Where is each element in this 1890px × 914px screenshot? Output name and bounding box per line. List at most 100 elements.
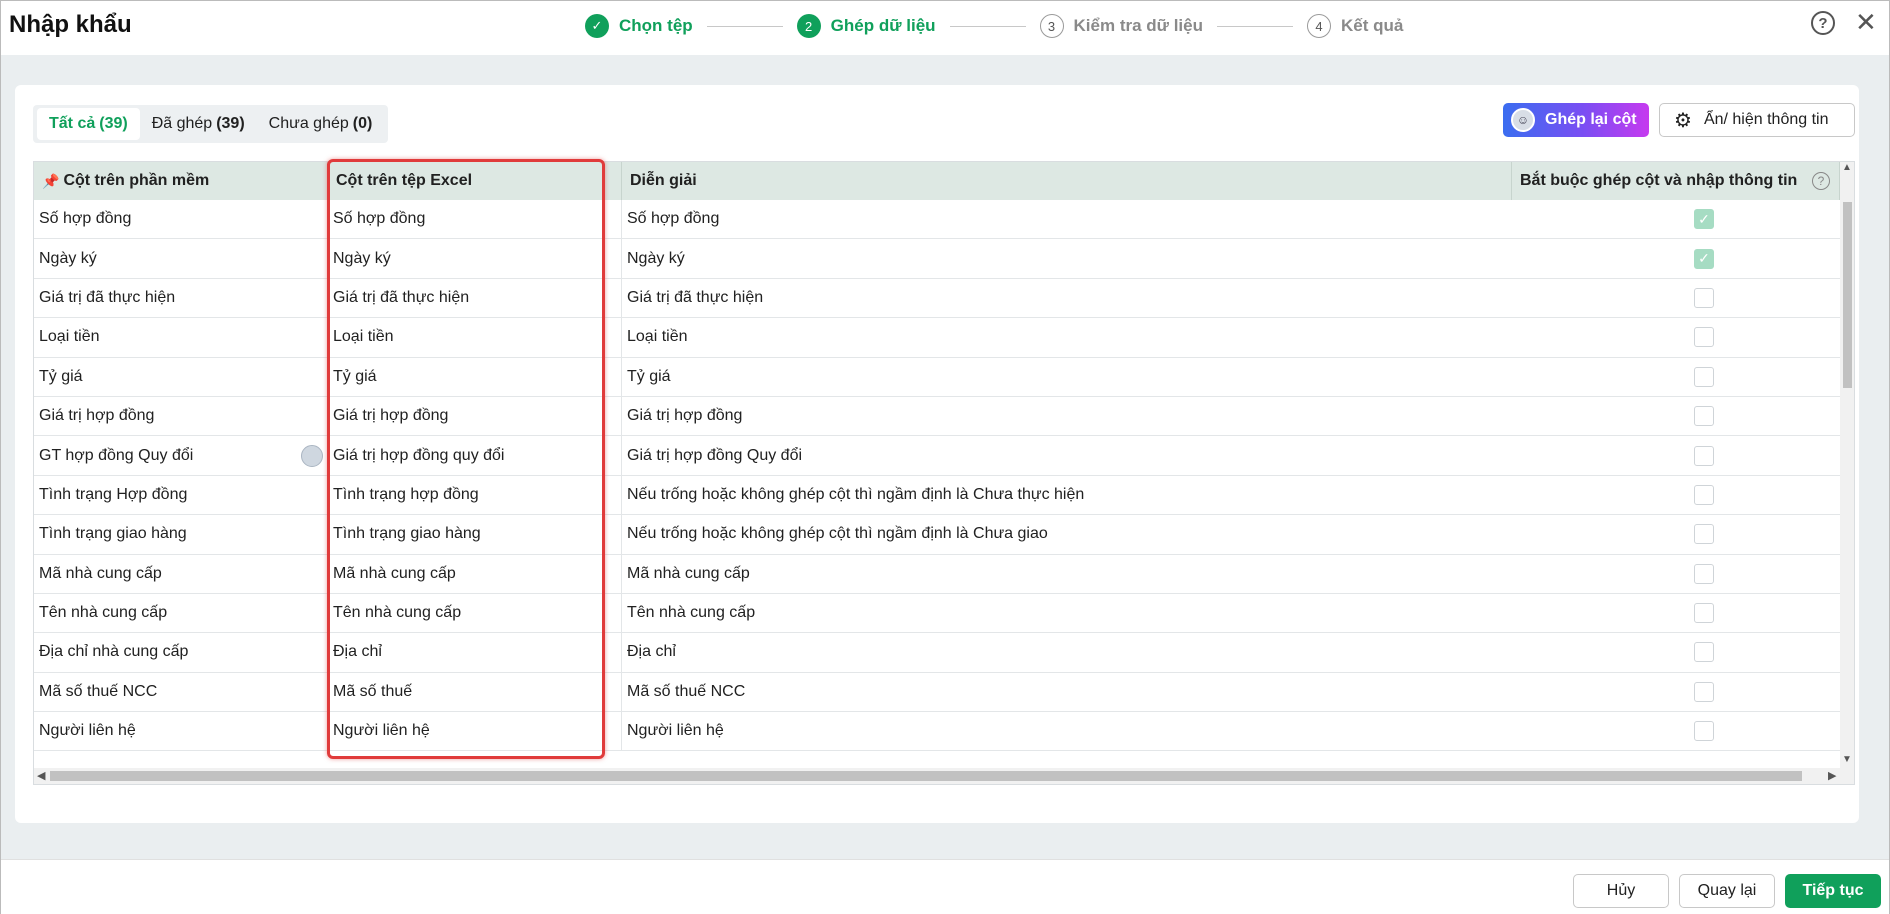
table-row[interactable]: Ngày ký Ngày ký Ngày ký ✓ xyxy=(34,239,1840,279)
required-checkbox[interactable] xyxy=(1694,406,1714,427)
dialog-header: Nhập khẩu ✓ Chọn tệp 2 Ghép dữ liệu 3 Ki… xyxy=(1,1,1889,55)
table-row[interactable]: Mã nhà cung cấp Mã nhà cung cấp Mã nhà cun… xyxy=(34,554,1840,594)
cell-excel-column[interactable]: Tình trạng giao hàng xyxy=(328,515,622,554)
cell-required: ✓ xyxy=(1512,200,1840,238)
cell-excel-column[interactable]: Tình trạng hợp đồng xyxy=(328,475,622,515)
cell-software-column: Địa chỉ nhà cung cấp xyxy=(34,633,328,672)
cell-description: Người liên hệ xyxy=(627,722,724,740)
chevron-down-icon[interactable]: ▼ xyxy=(1842,754,1852,765)
cell-excel-column[interactable]: Giá trị hợp đồng quy đổi xyxy=(328,436,622,475)
table-body: Số hợp đồng Số hợp đồng Số hợp đồng ✓ Ngày k… xyxy=(34,200,1840,752)
required-checkbox[interactable] xyxy=(1694,366,1714,387)
step-result: 4 Kết quả xyxy=(1306,14,1403,38)
bot-avatar-icon: ☺ xyxy=(1511,108,1535,132)
required-checkbox[interactable] xyxy=(1694,287,1714,308)
tab-mapped[interactable]: Đã ghép (39) xyxy=(140,108,257,140)
help-icon[interactable]: ? xyxy=(1812,172,1830,190)
tab-all[interactable]: Tất cả (39) xyxy=(37,108,140,140)
show-hide-info-button[interactable]: ⚙ Ẩn/ hiện thông tin xyxy=(1659,103,1855,137)
cell-software-column: Giá trị đã thực hiện xyxy=(34,278,328,318)
help-icon[interactable]: ? xyxy=(1811,11,1835,35)
cell-description: Ngày ký xyxy=(627,249,685,267)
bot-avatar-icon xyxy=(301,444,323,467)
cell-description: Nếu trống hoặc không ghép cột thì ngầm đ… xyxy=(627,485,1085,503)
table-row[interactable]: Giá trị đã thực hiện Giá trị đã thực hiện… xyxy=(34,278,1840,319)
cell-excel-column[interactable]: Ngày ký xyxy=(328,239,622,278)
regroup-columns-button[interactable]: ☺ Ghép lại cột xyxy=(1503,103,1649,137)
col-excel: Cột trên tệp Excel xyxy=(328,162,622,200)
cell-required xyxy=(1512,594,1840,632)
cell-software-column: Loại tiền xyxy=(34,318,328,357)
table-row[interactable]: Mã số thuế NCC Mã số thuế Mã số thuế NCC xyxy=(34,672,1840,713)
cell-excel-column[interactable]: Số hợp đồng xyxy=(328,200,622,239)
table-row[interactable]: Người liên hệ Người liên hệ Người liên hệ xyxy=(34,712,1840,752)
check-icon: ✓ xyxy=(585,14,609,38)
required-checkbox[interactable] xyxy=(1694,642,1714,663)
table-row[interactable]: Loại tiền Loại tiền Loại tiền xyxy=(34,318,1840,358)
scroll-thumb[interactable] xyxy=(1843,202,1852,388)
scroll-thumb[interactable] xyxy=(50,771,1802,781)
continue-button[interactable]: Tiếp tục xyxy=(1785,874,1881,908)
pin-icon[interactable]: 📌 xyxy=(42,173,59,190)
step-number: 2 xyxy=(796,14,821,38)
cell-description: Số hợp đồng xyxy=(627,210,720,228)
cell-excel-column[interactable]: Mã nhà cung cấp xyxy=(328,554,622,593)
cell-excel-column[interactable]: Tên nhà cung cấp xyxy=(328,593,622,633)
required-checkbox[interactable] xyxy=(1694,327,1714,348)
required-checkbox[interactable] xyxy=(1694,603,1714,624)
stepper: ✓ Chọn tệp 2 Ghép dữ liệu 3 Kiểm tra dữ … xyxy=(585,13,1403,39)
table-row[interactable]: Tình trạng Hợp đồng Tình trạng hợp đồng Nế… xyxy=(34,475,1840,516)
back-button[interactable]: Quay lại xyxy=(1679,874,1775,908)
table-header: 📌 Cột trên phần mềm Cột trên tệp Excel D… xyxy=(34,162,1840,200)
cell-required xyxy=(1512,279,1840,317)
required-checkbox[interactable] xyxy=(1694,445,1714,466)
table-row[interactable]: Tên nhà cung cấp Tên nhà cung cấp Tên nhà … xyxy=(34,593,1840,634)
chevron-right-icon[interactable]: ▶ xyxy=(1828,769,1836,782)
cell-software-column: Tình trạng giao hàng xyxy=(34,515,328,554)
cell-excel-column[interactable]: Người liên hệ xyxy=(328,712,622,751)
cell-software-column: Tên nhà cung cấp xyxy=(34,593,328,633)
required-checkbox[interactable] xyxy=(1694,681,1714,702)
table-row[interactable]: Số hợp đồng Số hợp đồng Số hợp đồng ✓ xyxy=(34,200,1840,240)
cell-excel-column[interactable]: Mã số thuế xyxy=(328,672,622,712)
close-icon[interactable]: ✕ xyxy=(1855,9,1877,35)
cell-required xyxy=(1512,515,1840,553)
cell-required xyxy=(1512,318,1840,356)
cell-software-column: Mã nhà cung cấp xyxy=(34,554,328,593)
cell-software-column: Tỷ giá xyxy=(34,357,328,396)
required-checkbox[interactable]: ✓ xyxy=(1694,209,1714,230)
filter-tabs: Tất cả (39) Đã ghép (39) Chưa ghép (0) xyxy=(33,105,389,143)
cell-excel-column[interactable]: Loại tiền xyxy=(328,318,622,357)
required-checkbox[interactable]: ✓ xyxy=(1694,248,1714,269)
table-row[interactable]: Giá trị hợp đồng Giá trị hợp đồng Giá trị … xyxy=(34,396,1840,437)
cell-software-column: Người liên hệ xyxy=(34,712,328,751)
horizontal-scrollbar[interactable]: ◀ ▶ xyxy=(34,768,1854,784)
table-row[interactable]: GT hợp đồng Quy đổi Giá trị hợp đồng quy … xyxy=(34,436,1840,476)
required-checkbox[interactable] xyxy=(1694,524,1714,545)
required-checkbox[interactable] xyxy=(1694,721,1714,742)
table-row[interactable]: Tình trạng giao hàng Tình trạng giao hàng… xyxy=(34,515,1840,555)
cell-description: Giá trị hợp đồng Quy đổi xyxy=(627,446,803,464)
required-checkbox[interactable] xyxy=(1694,563,1714,584)
cell-description: Giá trị hợp đồng xyxy=(627,407,743,425)
tab-unmapped[interactable]: Chưa ghép (0) xyxy=(257,108,385,140)
required-checkbox[interactable] xyxy=(1694,484,1714,505)
cell-excel-column[interactable]: Giá trị đã thực hiện xyxy=(328,278,622,318)
dialog-title: Nhập khẩu xyxy=(9,11,132,38)
dialog-footer: Hủy Quay lại Tiếp tục xyxy=(1,859,1889,914)
gear-icon: ⚙ xyxy=(1674,109,1692,132)
col-required: Bắt buộc ghép cột và nhập thông tin xyxy=(1512,162,1840,200)
cell-excel-column[interactable]: Tỷ giá xyxy=(328,357,622,396)
vertical-scrollbar[interactable]: ▲ ▼ xyxy=(1840,162,1854,768)
cancel-button[interactable]: Hủy xyxy=(1573,874,1669,908)
step-divider xyxy=(1216,25,1293,27)
table-row[interactable]: Tỷ giá Tỷ giá Tỷ giá xyxy=(34,357,1840,397)
table-row[interactable]: Địa chỉ nhà cung cấp Địa chỉ Địa chỉ xyxy=(34,633,1840,673)
chevron-up-icon[interactable]: ▲ xyxy=(1842,162,1852,173)
chevron-left-icon[interactable]: ◀ xyxy=(37,769,45,782)
cell-software-column: Mã số thuế NCC xyxy=(34,672,328,712)
cell-description: Địa chỉ xyxy=(627,643,676,661)
cell-description: Tên nhà cung cấp xyxy=(627,604,756,622)
cell-excel-column[interactable]: Địa chỉ xyxy=(328,633,622,672)
cell-excel-column[interactable]: Giá trị hợp đồng xyxy=(328,396,622,436)
